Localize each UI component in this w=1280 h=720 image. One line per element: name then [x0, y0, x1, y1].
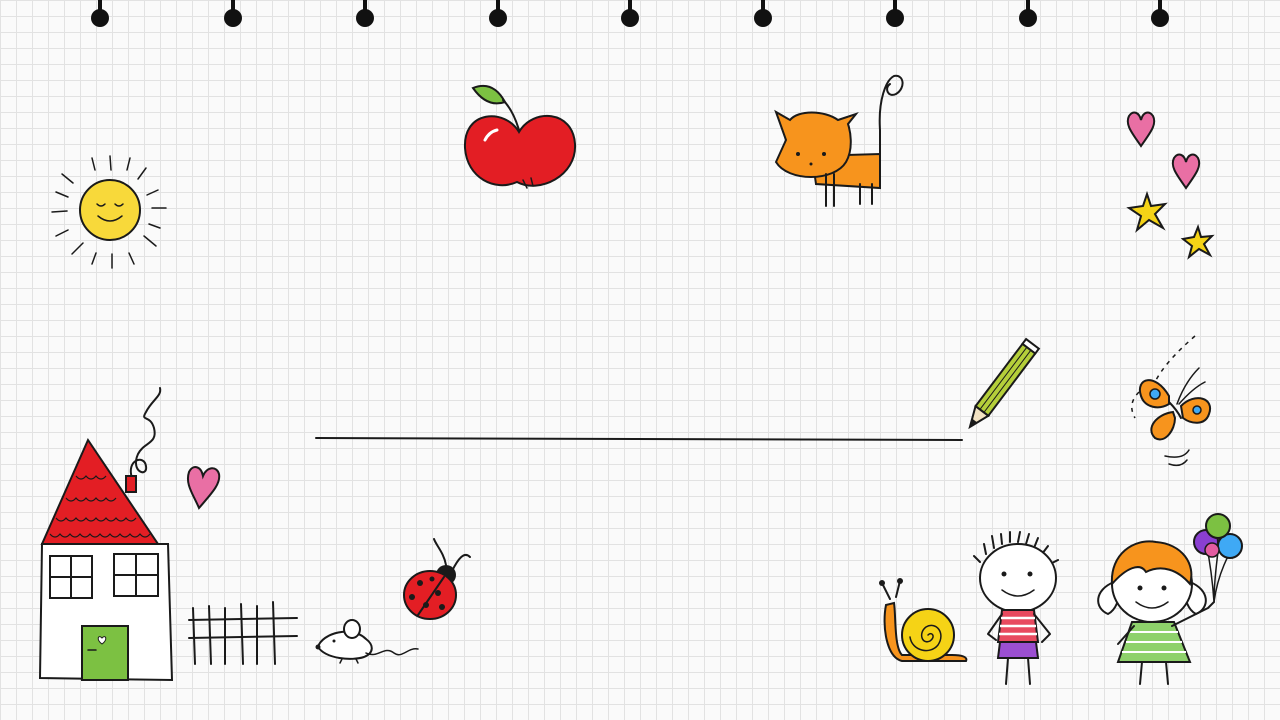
slide-title: [320, 380, 960, 430]
star-icon: [1126, 190, 1168, 233]
binder-ring: [223, 0, 242, 27]
house-icon: [38, 387, 174, 682]
snail-icon: [879, 578, 968, 662]
apple-icon: [463, 84, 577, 189]
binder-ring: [1018, 0, 1037, 27]
binder-ring: [621, 0, 639, 27]
heart-icon: [1126, 111, 1156, 148]
star-icon: [1180, 223, 1215, 260]
binder-ring: [356, 0, 374, 27]
slide-subtitle: [320, 450, 960, 480]
title-underline: [315, 436, 963, 441]
girl-icon: [1097, 513, 1243, 685]
binder-ring: [753, 0, 772, 27]
heart-icon: [187, 466, 221, 510]
binder-ring: [886, 0, 904, 27]
heart-icon: [1171, 153, 1201, 190]
binder-ring: [488, 0, 507, 27]
fence-icon: [188, 601, 298, 665]
boy-icon: [973, 531, 1059, 685]
pencil-icon: [968, 337, 1041, 430]
butterfly-icon: [1131, 335, 1212, 467]
ladybug-icon: [403, 538, 471, 620]
notebook-slide: [0, 0, 1280, 720]
cat-icon: [774, 74, 904, 207]
binder-ring: [1151, 0, 1169, 27]
binder-ring: [91, 0, 109, 27]
sun-icon: [51, 155, 167, 269]
